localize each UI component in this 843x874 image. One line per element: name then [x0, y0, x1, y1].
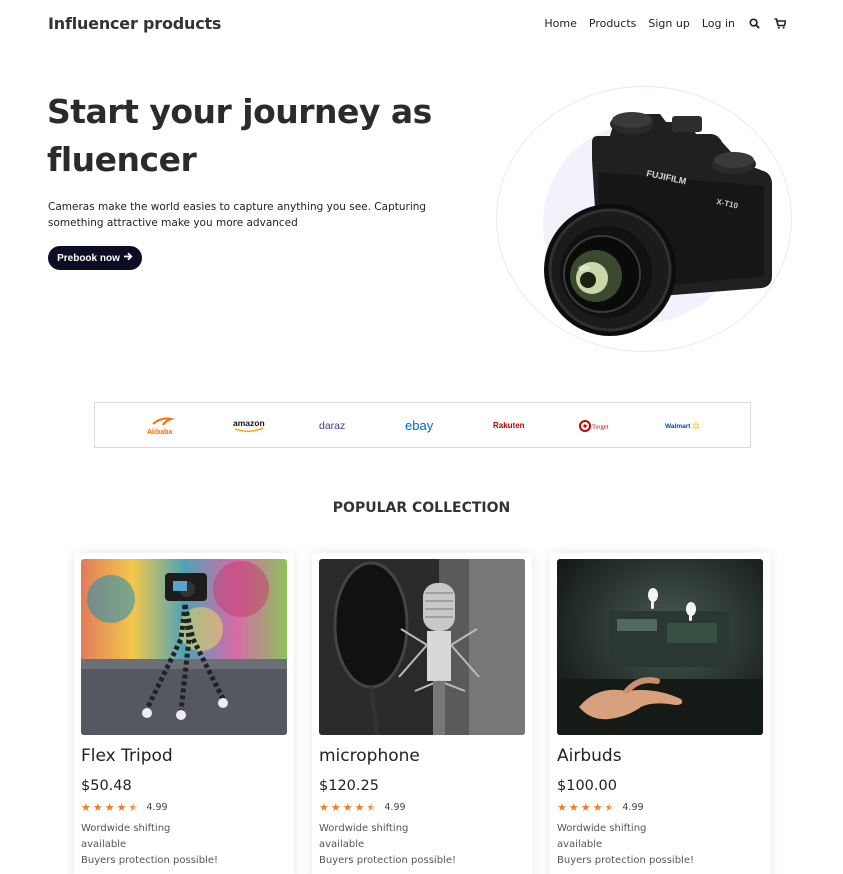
star-icon: ★ [557, 801, 567, 814]
shipping-text-line-1: Wordwide shifting [557, 823, 647, 834]
rating-value: 4.99 [146, 802, 168, 813]
prebook-label: Prebook now [57, 252, 120, 264]
prebook-button[interactable]: Prebook now [48, 246, 142, 270]
star-icon: ★ [81, 801, 91, 814]
star-icon: ★ [319, 801, 329, 814]
shipping-text-line-1: Wordwide shifting [81, 823, 171, 834]
star-icon: ★ [104, 801, 115, 814]
hero-title: Start your journey as fluencer [47, 88, 467, 184]
product-rating: ★ ★ ★ ★ ★ 4.99 [81, 802, 168, 813]
shipping-text-line-2: available [557, 839, 603, 850]
target-text: Target [592, 424, 609, 431]
amazon-logo[interactable]: amazon [231, 403, 271, 449]
shipping-text-line-2: available [319, 839, 365, 850]
product-rating: ★ ★ ★ ★ ★ 4.99 [319, 802, 406, 813]
star-icon: ★ [354, 801, 365, 814]
star-icon: ★ [92, 801, 103, 814]
nav-home[interactable]: Home [544, 17, 576, 30]
hero-description: Cameras make the world easies to capture… [48, 201, 427, 229]
product-info: Wordwide shifting available Buyers prote… [319, 821, 479, 869]
daraz-logo[interactable]: daraz [317, 403, 357, 449]
arrow-right-icon [123, 252, 133, 264]
hero-title-line-1: Start your journey as [47, 92, 432, 131]
rakuten-text: Rakuten [493, 421, 525, 430]
star-icon: ★ [568, 801, 579, 814]
product-card-airbuds[interactable]: Airbuds $100.00 ★ ★ ★ ★ ★ 4.99 Wordwide … [550, 553, 770, 874]
product-name[interactable]: microphone [319, 746, 420, 766]
product-info: Wordwide shifting available Buyers prote… [557, 821, 717, 869]
half-star-icon: ★ [366, 801, 377, 814]
site-brand[interactable]: Influencer products [48, 14, 221, 33]
star-icon: ★ [342, 801, 353, 814]
walmart-text: Walmart [665, 423, 691, 430]
product-price: $100.00 [557, 778, 617, 794]
alibaba-logo[interactable]: Alibaba [145, 403, 181, 449]
daraz-text: daraz [319, 420, 345, 432]
product-name[interactable]: Airbuds [557, 746, 622, 766]
microphone-image [319, 559, 525, 735]
half-star-icon: ★ [128, 801, 139, 814]
partner-logos-strip: Alibaba amazon daraz ebay Rakuten Target… [94, 402, 751, 448]
product-card-flex-tripod[interactable]: Flex Tripod $50.48 ★ ★ ★ ★ ★ 4.99 Wordwi… [74, 553, 294, 874]
airbuds-image [557, 559, 763, 735]
star-icon: ★ [330, 801, 341, 814]
ebay-text: ebay [405, 418, 434, 433]
product-price: $50.48 [81, 778, 132, 794]
star-icon: ★ [580, 801, 591, 814]
product-rating: ★ ★ ★ ★ ★ 4.99 [557, 802, 644, 813]
product-name[interactable]: Flex Tripod [81, 746, 173, 766]
rating-value: 4.99 [622, 802, 644, 813]
protection-text: Buyers protection possible! [81, 855, 218, 866]
amazon-text: amazon [233, 418, 265, 428]
protection-text: Buyers protection possible! [319, 855, 456, 866]
popular-collection-title: POPULAR COLLECTION [332, 500, 511, 516]
star-icon: ★ [116, 801, 127, 814]
product-card-microphone[interactable]: microphone $120.25 ★ ★ ★ ★ ★ 4.99 Wordwi… [312, 553, 532, 874]
product-info: Wordwide shifting available Buyers prote… [81, 821, 241, 869]
shipping-text-line-1: Wordwide shifting [319, 823, 409, 834]
rakuten-logo[interactable]: Rakuten [491, 403, 531, 449]
camera-image: FUJIFILM X-T10 [544, 112, 772, 336]
cart-icon[interactable] [773, 16, 787, 30]
product-price: $120.25 [319, 778, 379, 794]
rating-value: 4.99 [384, 802, 406, 813]
nav-log-in[interactable]: Log in [702, 17, 735, 30]
walmart-logo[interactable]: Walmart [663, 403, 703, 449]
alibaba-text: Alibaba [147, 429, 172, 436]
hero-title-line-2: fluencer [47, 140, 197, 179]
star-icon: ★ [592, 801, 603, 814]
target-logo[interactable]: Target [579, 403, 619, 449]
protection-text: Buyers protection possible! [557, 855, 694, 866]
shipping-text-line-2: available [81, 839, 127, 850]
main-nav: Home Products Sign up Log in [544, 16, 787, 30]
nav-products[interactable]: Products [589, 17, 637, 30]
search-icon[interactable] [747, 16, 761, 30]
ebay-logo[interactable]: ebay [403, 403, 443, 449]
half-star-icon: ★ [604, 801, 615, 814]
flex-tripod-image [81, 559, 287, 735]
nav-sign-up[interactable]: Sign up [648, 17, 689, 30]
